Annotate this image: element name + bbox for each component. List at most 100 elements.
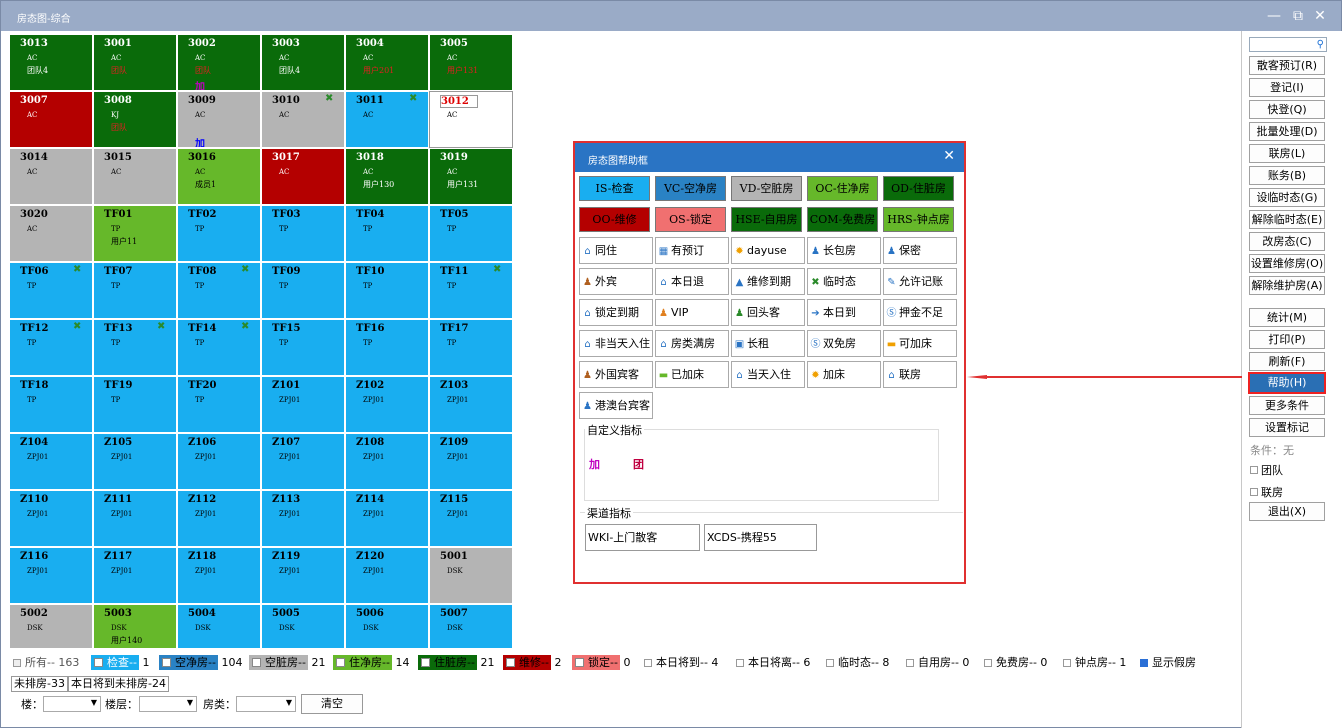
team-checkbox[interactable]: 团队 (1250, 462, 1283, 478)
sidebar-button[interactable]: 统计(M) (1249, 308, 1325, 327)
sidebar-button[interactable]: 快登(Q) (1249, 100, 1325, 119)
room-tile[interactable]: 3016 AC 成员1 (177, 148, 261, 205)
legend-occupied-dirty[interactable]: 住脏房-- 21 (418, 655, 494, 671)
room-tile[interactable]: 3007 AC (9, 91, 93, 148)
sidebar-button[interactable]: 帮助(H) (1248, 372, 1326, 394)
sidebar-button[interactable]: 账务(B) (1249, 166, 1325, 185)
room-tile[interactable]: Z107 ZPJ01 (261, 433, 345, 490)
legend-vacant-dirty[interactable]: 空脏房-- 21 (249, 655, 325, 671)
channel-wki[interactable]: WKI-上门散客 (585, 524, 700, 551)
room-tile[interactable]: Z108 ZPJ01 (345, 433, 429, 490)
room-tile[interactable]: Z105 ZPJ01 (93, 433, 177, 490)
room-tile[interactable]: Z117 ZPJ01 (93, 547, 177, 604)
room-tile[interactable]: 3003 AC 团队4 (261, 34, 345, 91)
clear-button[interactable]: 清空 (301, 694, 363, 714)
sidebar-button[interactable]: 批量处理(D) (1249, 122, 1325, 141)
room-tile[interactable]: 5003 DSK 用户140 (93, 604, 177, 648)
floor-select[interactable]: ▼ (139, 696, 197, 712)
room-tile[interactable]: TF10 TP (345, 262, 429, 319)
legend-arrive-today[interactable]: 本日将到-- 4 (644, 655, 718, 671)
room-tile[interactable]: Z115 ZPJ01 (429, 490, 513, 547)
sidebar-button[interactable]: 打印(P) (1249, 330, 1325, 349)
legend-occupied-clean[interactable]: 住净房-- 14 (333, 655, 409, 671)
legend-locked[interactable]: 锁定-- 0 (572, 655, 630, 671)
room-tile[interactable]: TF11 TP ✖ (429, 262, 513, 319)
minimize-icon[interactable]: — (1263, 6, 1285, 26)
sidebar-button[interactable]: 解除临时态(E) (1249, 210, 1325, 229)
room-tile[interactable]: TF20 TP (177, 376, 261, 433)
channel-xcds[interactable]: XCDS-携程55 (704, 524, 817, 551)
restore-icon[interactable]: ⧉ (1287, 6, 1309, 26)
room-tile[interactable]: 3010 AC ✖ (261, 91, 345, 148)
room-tile[interactable]: Z119 ZPJ01 (261, 547, 345, 604)
room-tile[interactable]: Z109 ZPJ01 (429, 433, 513, 490)
room-tile[interactable]: TF19 TP (93, 376, 177, 433)
sidebar-button[interactable]: 设临时态(G) (1249, 188, 1325, 207)
room-tile[interactable]: Z113 ZPJ01 (261, 490, 345, 547)
sidebar-button[interactable]: 解除维护房(A) (1249, 276, 1325, 295)
building-select[interactable]: ▼ (43, 696, 101, 712)
link-room-checkbox[interactable]: 联房 (1250, 484, 1283, 500)
room-tile[interactable]: 3017 AC (261, 148, 345, 205)
sidebar-button[interactable]: 刷新(F) (1249, 352, 1325, 371)
room-tile[interactable]: Z104 ZPJ01 (9, 433, 93, 490)
room-tile[interactable]: Z114 ZPJ01 (345, 490, 429, 547)
room-tile[interactable]: 3005 AC 用户131 (429, 34, 513, 91)
room-tile[interactable]: 5005 DSK (261, 604, 345, 648)
room-tile[interactable]: Z101 ZPJ01 (261, 376, 345, 433)
room-tile[interactable]: TF16 TP (345, 319, 429, 376)
room-tile[interactable]: TF14 TP ✖ (177, 319, 261, 376)
room-tile[interactable]: 3014 AC (9, 148, 93, 205)
room-tile[interactable]: TF04 TP (345, 205, 429, 262)
room-tile[interactable]: Z116 ZPJ01 (9, 547, 93, 604)
room-tile[interactable]: 5006 DSK (345, 604, 429, 648)
room-tile[interactable]: 3015 AC (93, 148, 177, 205)
room-tile[interactable]: TF02 TP (177, 205, 261, 262)
room-tile[interactable]: TF12 TP ✖ (9, 319, 93, 376)
room-tile[interactable]: 3011 AC ✖ (345, 91, 429, 148)
room-tile[interactable]: 3020 AC (9, 205, 93, 262)
room-tile[interactable]: Z120 ZPJ01 (345, 547, 429, 604)
legend-vacant-clean[interactable]: 空净房-- 104 (159, 655, 242, 671)
legend-self-use[interactable]: 自用房-- 0 (906, 655, 969, 671)
room-tile[interactable]: Z112 ZPJ01 (177, 490, 261, 547)
room-tile[interactable]: Z103 ZPJ01 (429, 376, 513, 433)
room-tile[interactable]: 3002 AC 团队加 (177, 34, 261, 91)
room-tile[interactable]: Z110 ZPJ01 (9, 490, 93, 547)
sidebar-button[interactable]: 联房(L) (1249, 144, 1325, 163)
room-tile[interactable]: 3009 AC 加 (177, 91, 261, 148)
search-input[interactable]: ⚲ (1249, 37, 1327, 52)
room-tile[interactable]: TF06 TP ✖ (9, 262, 93, 319)
room-tile[interactable]: 5004 DSK (177, 604, 261, 648)
legend-out-of-order[interactable]: 维修-- 2 (503, 655, 561, 671)
room-tile[interactable]: TF07 TP (93, 262, 177, 319)
legend-all[interactable]: 所有-- 163 (13, 655, 79, 671)
room-tile[interactable]: TF13 TP ✖ (93, 319, 177, 376)
room-tile[interactable]: 5001 DSK (429, 547, 513, 604)
unassigned-room-filter[interactable]: 未排房-33 (11, 676, 68, 692)
arrive-unassigned-filter[interactable]: 本日将到未排房-24 (68, 676, 169, 692)
room-tile[interactable]: 3001 AC 团队 (93, 34, 177, 91)
exit-button[interactable]: 退出(X) (1249, 502, 1325, 521)
legend-leave-today[interactable]: 本日将离-- 6 (736, 655, 810, 671)
room-tile[interactable]: TF01 TP 用户11 (93, 205, 177, 262)
room-tile[interactable]: TF08 TP ✖ (177, 262, 261, 319)
room-tile[interactable]: 3019 AC 用户131 (429, 148, 513, 205)
sidebar-button[interactable]: 设置维修房(O) (1249, 254, 1325, 273)
room-tile[interactable]: 5002 DSK (9, 604, 93, 648)
room-tile[interactable]: TF15 TP (261, 319, 345, 376)
room-tile[interactable]: 3012 AC (429, 91, 513, 148)
close-icon[interactable]: ✕ (1309, 6, 1331, 26)
room-tile[interactable]: TF18 TP (9, 376, 93, 433)
legend-free-room[interactable]: 免费房-- 0 (984, 655, 1047, 671)
room-tile[interactable]: TF05 TP (429, 205, 513, 262)
legend-temp-state[interactable]: 临时态-- 8 (826, 655, 889, 671)
room-tile[interactable]: 3018 AC 用户130 (345, 148, 429, 205)
sidebar-button[interactable]: 设置标记 (1249, 418, 1325, 437)
sidebar-button[interactable]: 登记(I) (1249, 78, 1325, 97)
room-tile[interactable]: 3008 KJ 团队 (93, 91, 177, 148)
room-tile[interactable]: TF17 TP (429, 319, 513, 376)
sidebar-button[interactable]: 散客预订(R) (1249, 56, 1325, 75)
room-tile[interactable]: 5007 DSK (429, 604, 513, 648)
roomtype-select[interactable]: ▼ (236, 696, 296, 712)
